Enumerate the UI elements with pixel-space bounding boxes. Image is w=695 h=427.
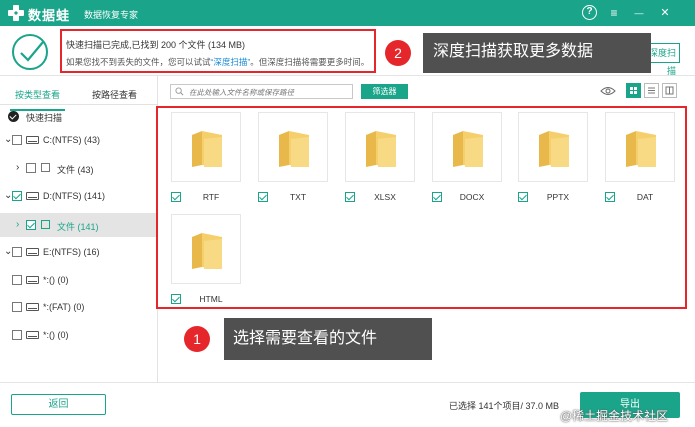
annotation-number-2: 2: [385, 40, 411, 66]
drive-icon: [26, 276, 39, 284]
scan-complete-icon: [12, 34, 48, 70]
annotation-number-1: 1: [184, 326, 210, 352]
list-view-button[interactable]: [644, 83, 659, 98]
tab-by-type[interactable]: 按类型查看: [15, 88, 60, 101]
list-view-icon: [648, 87, 655, 94]
drive-icon: [26, 136, 39, 144]
drive-icon: [26, 248, 39, 256]
grid-view-icon: [630, 87, 637, 94]
tree-label: D:(NTFS) (141): [43, 191, 106, 201]
left-panel: 按类型查看 按路径查看 快速扫描 ⌄ C:(NTFS) (43) › 文件 (4…: [0, 76, 158, 382]
tree-label: 快速扫描: [26, 113, 63, 123]
tree-d-files[interactable]: › 文件 (141): [0, 213, 158, 237]
tree-label: C:(NTFS) (43): [43, 135, 100, 145]
detail-view-button[interactable]: [662, 83, 677, 98]
tree-label: E:(NTFS) (16): [43, 247, 100, 257]
filter-button[interactable]: 筛选器: [361, 84, 408, 99]
tree-c-files[interactable]: › 文件 (43): [0, 158, 158, 180]
drive-d-checkbox[interactable]: [12, 191, 22, 201]
tree-label: 文件 (141): [57, 222, 99, 232]
tab-by-path[interactable]: 按路径查看: [92, 88, 137, 101]
selection-summary: 已选择 141个项目/ 37.0 MB: [449, 401, 560, 411]
grid-view-button[interactable]: [626, 83, 641, 98]
view-tabs: 按类型查看 按路径查看: [0, 84, 158, 111]
tree-drive-d[interactable]: ⌄ D:(NTFS) (141): [0, 186, 158, 208]
back-button[interactable]: 返回: [11, 394, 106, 415]
minimize-button[interactable]: —: [630, 4, 648, 22]
annotation-box-scan-info: [60, 29, 376, 73]
preview-eye-icon[interactable]: [600, 86, 616, 96]
tree-drive-e[interactable]: ⌄ E:(NTFS) (16): [0, 242, 158, 264]
detail-view-icon: [665, 86, 674, 95]
search-icon: [175, 87, 184, 96]
annotation-box-file-grid: [156, 106, 687, 309]
drive-e-checkbox[interactable]: [12, 247, 22, 257]
drive-unknown-2-checkbox[interactable]: [12, 330, 22, 340]
drive-unknown-1-checkbox[interactable]: [12, 275, 22, 285]
title-bar: 数据蛙 数据恢复专家 ? ≡ — ✕: [0, 0, 695, 26]
folder-icon: [41, 220, 50, 229]
drive-fat-checkbox[interactable]: [12, 302, 22, 312]
drive-c-checkbox[interactable]: [12, 135, 22, 145]
tree-drive-fat[interactable]: *:(FAT) (0): [0, 297, 158, 319]
folder-icon: [41, 163, 50, 172]
d-files-checkbox[interactable]: [26, 220, 36, 230]
drive-icon: [26, 303, 39, 311]
chevron-right-icon[interactable]: ›: [16, 219, 19, 230]
app-name: 数据蛙: [28, 8, 71, 23]
tree-label: 文件 (43): [57, 165, 94, 175]
drive-icon: [26, 331, 39, 339]
tree-drive-c[interactable]: ⌄ C:(NTFS) (43): [0, 130, 158, 152]
menu-button[interactable]: ≡: [605, 4, 623, 22]
c-files-checkbox[interactable]: [26, 163, 36, 173]
callout-select-files: 选择需要查看的文件: [224, 318, 432, 360]
search-box[interactable]: [170, 84, 353, 99]
close-button[interactable]: ✕: [656, 4, 674, 22]
quick-scan-check-icon: [8, 111, 19, 122]
bottom-bar: 返回 已选择 141个项目/ 37.0 MB 导出 @稀土掘金技术社区: [0, 382, 695, 427]
drive-icon: [26, 192, 39, 200]
tree-drive-unknown-1[interactable]: *:() (0): [0, 270, 158, 292]
help-button[interactable]: ?: [582, 5, 597, 20]
tab-divider: [0, 104, 158, 105]
watermark-text: @稀土掘金技术社区: [560, 409, 669, 423]
tree-label: *:() (0): [43, 275, 69, 285]
tree-label: *:(FAT) (0): [43, 302, 85, 312]
tree-quick-scan[interactable]: 快速扫描: [0, 106, 158, 128]
app-logo-icon: [8, 5, 24, 21]
tree-drive-unknown-2[interactable]: *:() (0): [0, 325, 158, 347]
callout-deep-scan: 深度扫描获取更多数据: [423, 33, 651, 73]
search-input[interactable]: [189, 86, 349, 98]
tree-label: *:() (0): [43, 330, 69, 340]
app-subtitle: 数据恢复专家: [84, 10, 139, 20]
chevron-right-icon[interactable]: ›: [16, 162, 19, 173]
